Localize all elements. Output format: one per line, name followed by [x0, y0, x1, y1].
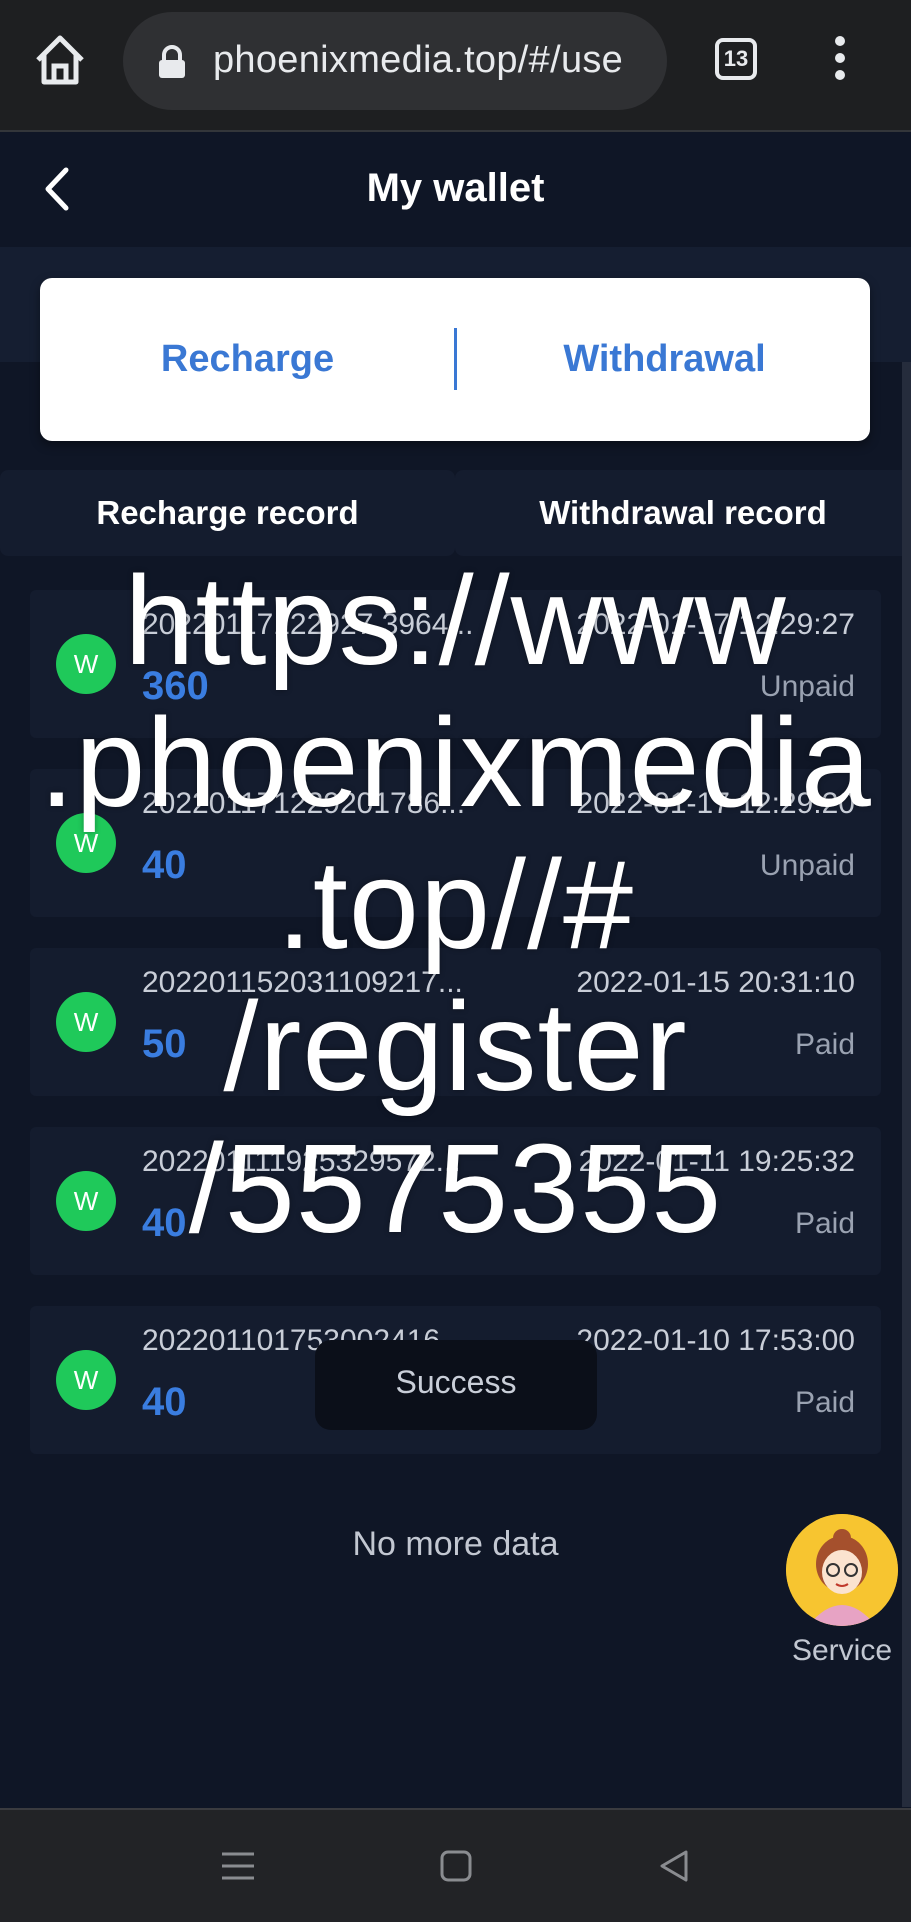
record-amount: 360	[142, 664, 209, 708]
wallet-w-icon: W	[56, 1171, 116, 1231]
scrollbar[interactable]	[902, 362, 911, 1807]
service-label[interactable]: Service	[780, 1634, 904, 1668]
back-nav-icon[interactable]	[652, 1844, 696, 1888]
record-id: 20220117122927 3964...	[142, 608, 474, 641]
record-amount: 40	[142, 1380, 187, 1424]
browser-toolbar: phoenixmedia.top/#/use 13	[0, 0, 911, 132]
record-status: Unpaid	[759, 670, 855, 703]
service-agent-icon	[786, 1514, 898, 1626]
tab-withdrawal-record[interactable]: Withdrawal record	[455, 470, 911, 556]
tab-switcher-button[interactable]: 13	[715, 38, 757, 80]
record-time: 2022-01-11 19:25:32	[578, 1145, 855, 1178]
record-status: Paid	[794, 1207, 855, 1240]
address-bar[interactable]: phoenixmedia.top/#/use	[123, 12, 667, 110]
url-text: phoenixmedia.top/#/use	[213, 39, 624, 81]
record-item[interactable]: W 20220117122927 3964... 2022-01-17 12:2…	[30, 590, 881, 738]
record-time: 2022-01-10 17:53:00	[576, 1324, 855, 1357]
app-header: My wallet	[0, 132, 911, 247]
recent-apps-icon[interactable]	[216, 1844, 260, 1888]
system-navigation-bar	[0, 1808, 911, 1922]
lock-icon	[159, 45, 185, 78]
record-amount: 40	[142, 1201, 187, 1245]
record-amount: 40	[142, 843, 187, 887]
record-item[interactable]: W 202201111925329572... 2022-01-11 19:25…	[30, 1127, 881, 1275]
withdrawal-button[interactable]: Withdrawal	[457, 278, 872, 441]
tab-recharge-record[interactable]: Recharge record	[0, 470, 455, 556]
no-more-data-text: No more data	[352, 1525, 559, 1563]
record-status: Paid	[794, 1028, 855, 1061]
record-id: 202201111925329572...	[142, 1145, 461, 1178]
wallet-w-icon: W	[56, 813, 116, 873]
wallet-w-icon: W	[56, 992, 116, 1052]
wallet-w-icon: W	[56, 1350, 116, 1410]
wallet-action-card: Recharge Withdrawal	[40, 278, 870, 441]
record-time: 2022-01-17 12:29:20	[576, 787, 855, 820]
record-item[interactable]: W 202201152031109217... 2022-01-15 20:31…	[30, 948, 881, 1096]
record-status: Unpaid	[759, 849, 855, 882]
wallet-w-icon: W	[56, 634, 116, 694]
page-title: My wallet	[366, 166, 545, 210]
record-item[interactable]: W 202201171229201786... 2022-01-17 12:29…	[30, 769, 881, 917]
record-status: Paid	[794, 1386, 855, 1419]
record-time: 2022-01-15 20:31:10	[576, 966, 855, 999]
recharge-button[interactable]: Recharge	[40, 278, 455, 441]
success-toast: Success	[315, 1340, 597, 1430]
customer-service-avatar-icon[interactable]	[786, 1514, 898, 1626]
overflow-menu-icon[interactable]	[820, 36, 860, 86]
record-id: 202201152031109217...	[142, 966, 463, 999]
record-amount: 50	[142, 1022, 187, 1066]
home-icon[interactable]	[30, 30, 90, 90]
home-nav-icon[interactable]	[434, 1844, 478, 1888]
record-id: 202201171229201786...	[142, 787, 466, 820]
record-time: 2022-01-17 12:29:27	[576, 608, 855, 641]
